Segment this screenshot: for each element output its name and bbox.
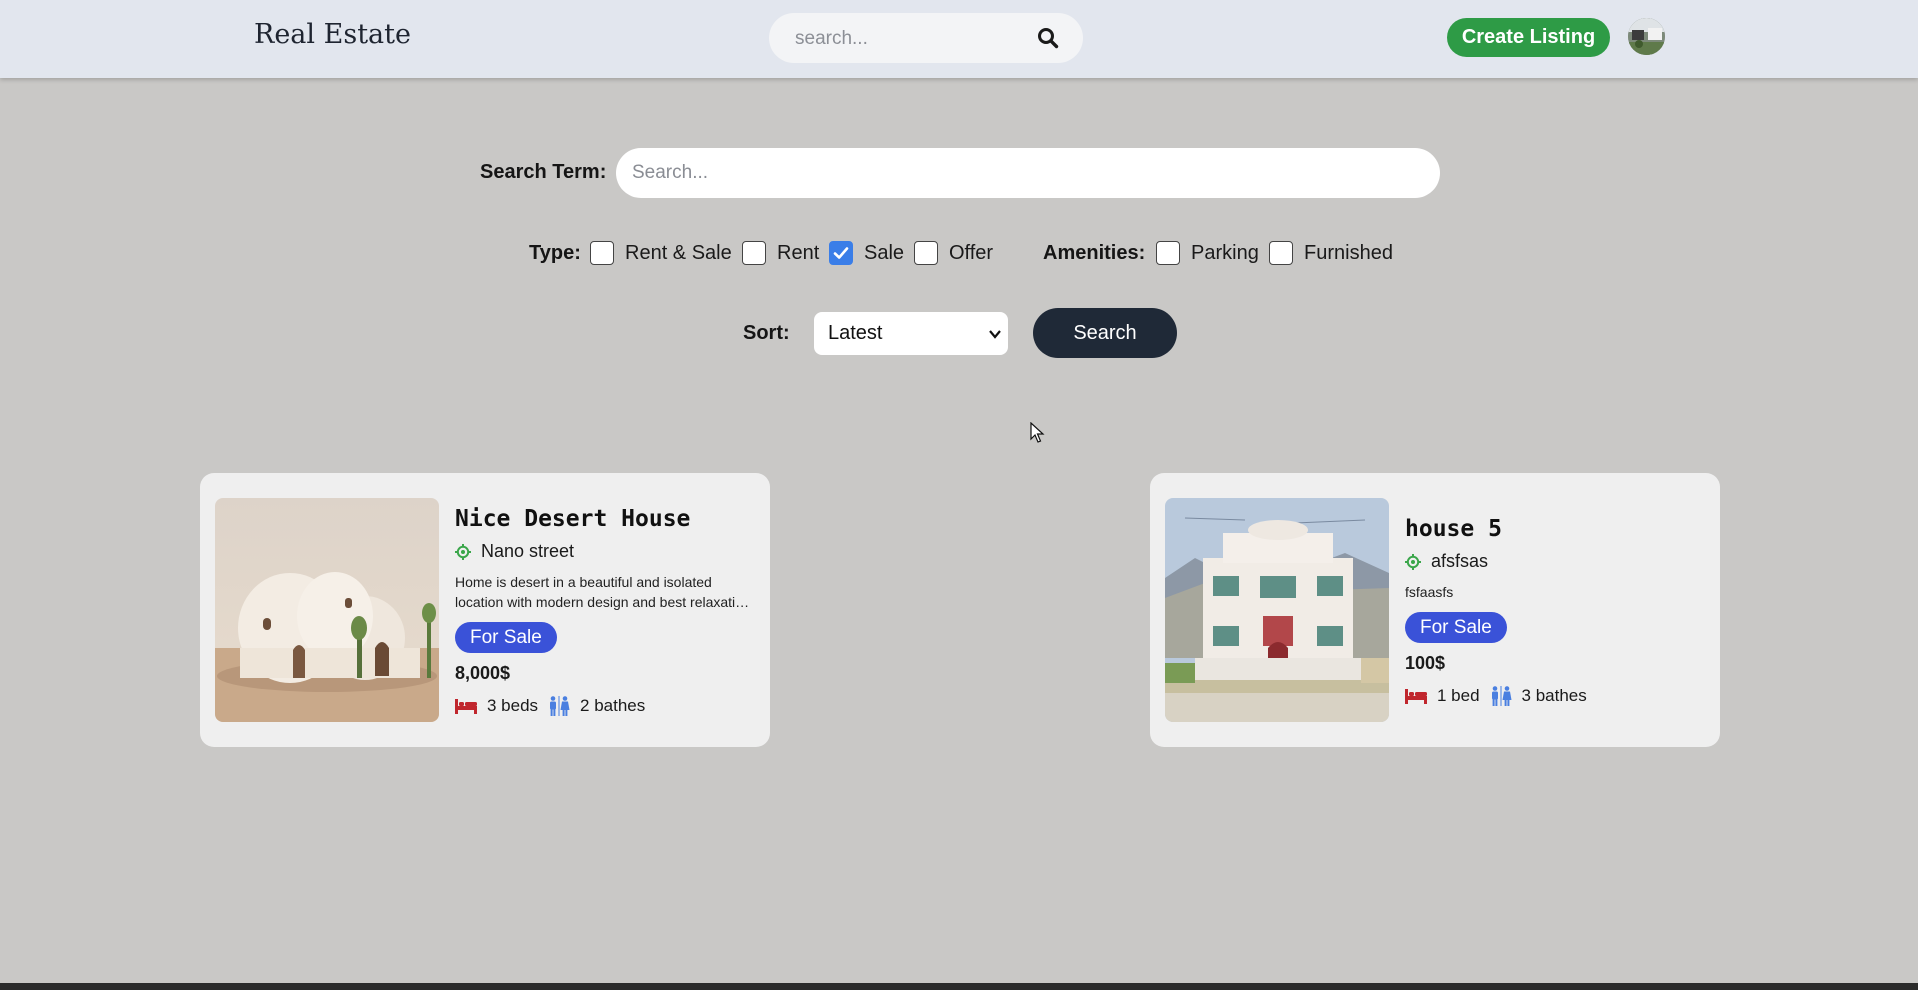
sort-select[interactable]: Latest [814, 312, 1008, 355]
header-search-box [769, 13, 1083, 65]
checkbox-rent-and-sale[interactable] [590, 241, 614, 265]
checkbox-label-parking: Parking [1191, 242, 1259, 264]
listing-features: 3 beds 2 bathes [455, 696, 755, 716]
listing-price: 100$ [1405, 653, 1446, 673]
sort-label: Sort: [743, 322, 790, 344]
listing-address: afsfsas [1405, 551, 1705, 572]
listing-title[interactable]: house 5 [1405, 516, 1705, 542]
baths-feature: 3 bathes [1490, 686, 1587, 706]
checkbox-label-rent: Rent [777, 242, 820, 264]
listing-description: Home is desert in a beautiful and isolat… [455, 574, 751, 610]
listing-image[interactable] [215, 498, 439, 722]
listing-info: house 5 afsfsas fsfaasfs For Sale 100$ 1… [1405, 516, 1705, 706]
search-icon[interactable] [1037, 27, 1059, 49]
listing-info: Nice Desert House Nano street Home is de… [455, 506, 755, 716]
chevron-down-icon [989, 330, 1001, 339]
listing-card[interactable]: Nice Desert House Nano street Home is de… [200, 473, 770, 747]
listing-address-text: Nano street [481, 541, 575, 561]
checkbox-parking[interactable] [1156, 241, 1180, 265]
checkbox-label-sale: Sale [864, 242, 905, 264]
location-pin-icon [1405, 553, 1421, 570]
search-term-input[interactable] [616, 148, 1440, 198]
checkmark-icon [833, 247, 849, 259]
checkbox-furnished[interactable] [1269, 241, 1293, 265]
checkbox-label-offer: Offer [949, 242, 994, 264]
type-label: Type: [529, 242, 581, 264]
avatar[interactable] [1628, 18, 1665, 55]
status-badge: For Sale [1405, 612, 1507, 643]
top-navbar: Real Estate Create Listing [0, 0, 1918, 78]
listing-card[interactable]: house 5 afsfsas fsfaasfs For Sale 100$ 1… [1150, 473, 1720, 747]
listing-address: Nano street [455, 541, 755, 562]
mouse-cursor-icon [1030, 422, 1045, 443]
amenities-label: Amenities: [1043, 242, 1146, 264]
baths-text: 3 bathes [1521, 686, 1587, 705]
restroom-icon [1491, 686, 1512, 706]
checkbox-rent[interactable] [742, 241, 766, 265]
location-pin-icon [455, 543, 471, 560]
taskbar-strip [0, 983, 1918, 990]
bed-icon [1405, 689, 1427, 704]
beds-text: 1 bed [1437, 686, 1480, 705]
sort-selected-value: Latest [828, 322, 883, 344]
bed-icon [455, 699, 477, 714]
beds-feature: 3 beds [455, 696, 538, 716]
checkbox-sale[interactable] [829, 241, 853, 265]
listing-features: 1 bed 3 bathes [1405, 686, 1705, 706]
status-badge: For Sale [455, 622, 557, 653]
baths-text: 2 bathes [580, 696, 646, 715]
baths-feature: 2 bathes [548, 696, 645, 716]
checkbox-offer[interactable] [914, 241, 938, 265]
checkbox-label-rent-and-sale: Rent & Sale [625, 242, 732, 264]
header-search-input[interactable] [793, 13, 1027, 65]
listing-address-text: afsfsas [1431, 551, 1489, 571]
listing-description: fsfaasfs [1405, 584, 1454, 600]
search-term-label: Search Term: [480, 161, 607, 183]
brand-logo[interactable]: Real Estate [254, 19, 411, 50]
restroom-icon [550, 696, 570, 716]
listing-image[interactable] [1165, 498, 1389, 722]
listing-title[interactable]: Nice Desert House [455, 506, 755, 532]
listing-price: 8,000$ [455, 663, 511, 683]
create-listing-button[interactable]: Create Listing [1447, 18, 1610, 57]
checkbox-label-furnished: Furnished [1304, 242, 1393, 264]
search-button[interactable]: Search [1033, 308, 1177, 358]
beds-text: 3 beds [487, 696, 539, 715]
beds-feature: 1 bed [1405, 686, 1480, 706]
